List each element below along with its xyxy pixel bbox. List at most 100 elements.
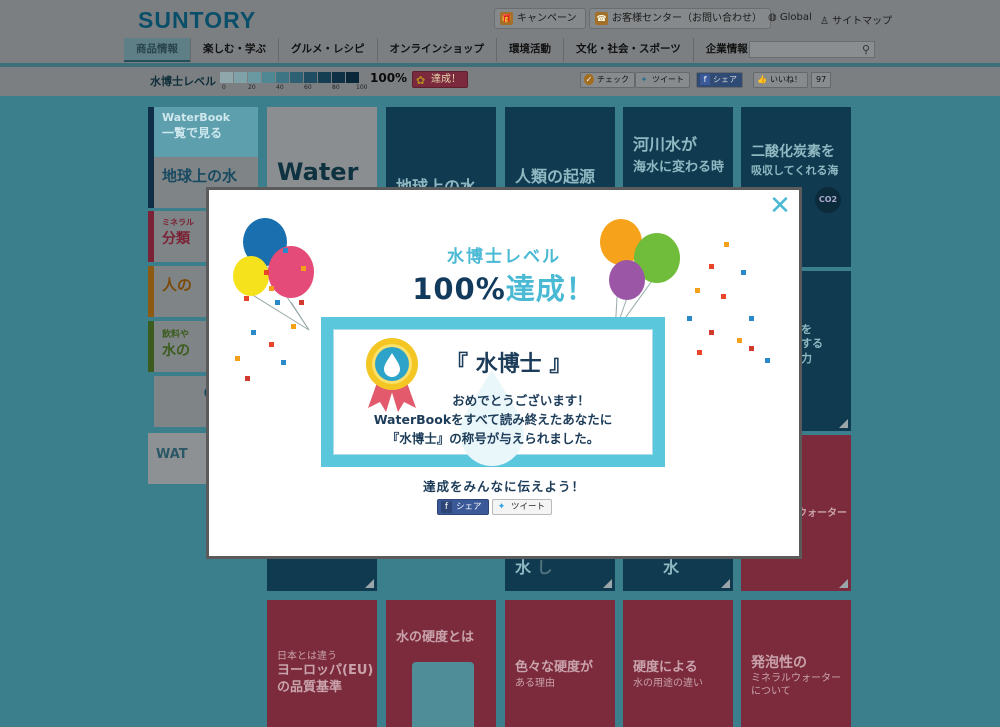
customer-center-link[interactable]: ☎ お客様センター（お問い合わせ） (589, 8, 771, 29)
tile-label: ヨーロッパ(EU) (277, 663, 374, 678)
nav-online-shop[interactable]: オンラインショップ (376, 38, 497, 62)
side-tile-label: 水の (162, 343, 190, 359)
tile-mid-3[interactable]: 水 (623, 556, 733, 591)
certificate-card: 『 水博士 』 おめでとうございます！ WaterBookをすべて読み終えたあな… (333, 329, 653, 466)
globe-icon: ◍ (768, 12, 780, 23)
tile-mid-1[interactable] (267, 556, 377, 591)
nav-divider (0, 63, 1000, 67)
tile-label: について (751, 686, 791, 698)
level-segment (346, 72, 359, 83)
like-button[interactable]: 👍 いいね！ (753, 72, 808, 88)
global-link[interactable]: ◍ Global (768, 12, 812, 23)
tile-label: 海水に変わる時 (633, 159, 725, 175)
level-segment (276, 72, 289, 83)
tile-various-hardness[interactable]: 色々な硬度が ある理由 (505, 600, 615, 727)
gift-icon: 🎁 (500, 12, 513, 25)
tile-label: 色々な硬度が (515, 660, 594, 675)
side-tile-label: 分類 (162, 231, 190, 247)
tile-eu-standard[interactable]: 日本とは違う ヨーロッパ(EU) の品質基準 (267, 600, 377, 727)
side-tile-label: WAT (156, 447, 188, 462)
modal-tweet-button[interactable]: ✦ ツイート (492, 499, 553, 515)
co2-bubble-icon: CO2 (815, 187, 841, 213)
tile-label: 水 (663, 558, 680, 577)
tile-label: 日本とは違う (277, 651, 337, 662)
corner-arrow-icon (839, 579, 848, 588)
certificate-message: おめでとうございます！ (452, 393, 590, 408)
tile-sparkling[interactable]: 発泡性の ミネラルウォーター について (741, 600, 851, 727)
customer-center-label: お客様センター（お問い合わせ） (612, 13, 762, 24)
level-segment (332, 72, 345, 83)
level-label: 水博士レベル (150, 75, 216, 88)
level-segment (318, 72, 331, 83)
campaign-link[interactable]: 🎁 キャンペーン (494, 8, 586, 29)
tile-label: Water (277, 158, 359, 186)
achieved-badge-label: 達成！ (431, 74, 461, 85)
level-segment (234, 72, 247, 83)
modal-share-label: シェア (456, 502, 482, 512)
certificate-frame: 『 水博士 』 おめでとうございます！ WaterBookをすべて読み終えたあな… (321, 317, 665, 467)
tile-usage-by-hardness[interactable]: 硬度による 水の用途の違い (623, 600, 733, 727)
tile-hardness[interactable]: 水の硬度とは (386, 600, 496, 727)
tile-label: 二酸化炭素を (751, 144, 835, 160)
certificate-title: 『 水博士 』 (446, 352, 572, 377)
side-tile-waterbook[interactable]: WaterBook 一覧で見る (148, 107, 258, 158)
nav-gourmet[interactable]: グルメ・レシピ (278, 38, 377, 62)
nav-environment[interactable]: 環境活動 (496, 38, 563, 62)
corner-arrow-icon (603, 579, 612, 588)
tile-mid-2[interactable]: 水 し (505, 556, 615, 591)
nav-products[interactable]: 商品情報 (124, 38, 190, 62)
tile-label: し (536, 558, 553, 577)
level-segment (248, 72, 261, 83)
level-tick: 60 (304, 84, 312, 91)
site-search-input[interactable]: ⚲ (749, 41, 875, 58)
side-tile-label: 地球上の水 (162, 167, 238, 185)
level-tick: 40 (276, 84, 284, 91)
level-tick: 100 (356, 84, 368, 91)
nav-enjoy-learn[interactable]: 楽しむ・学ぶ (190, 38, 278, 62)
facebook-icon: f (441, 501, 452, 513)
level-bar: 水博士レベル 0 20 40 60 80 100 100% ✿ 達成！ ✓ チェ… (150, 70, 850, 94)
twitter-icon: ✦ (640, 75, 648, 84)
glass-illustration (412, 662, 474, 727)
facebook-share-button[interactable]: f シェア (696, 72, 743, 88)
check-label: チェック (597, 75, 629, 84)
level-segment (304, 72, 317, 83)
corner-arrow-icon (839, 419, 848, 428)
facebook-icon: f (700, 74, 710, 85)
corner-arrow-icon (365, 579, 374, 588)
tweet-button[interactable]: ✦ ツイート (635, 72, 690, 88)
side-tile-label: WaterBook (162, 111, 231, 124)
achievement-title: 水博士レベル (447, 247, 561, 267)
suntory-logo[interactable]: SUNTORY (138, 7, 256, 34)
level-segment (290, 72, 303, 83)
achievement-headline: 100%達成！ (209, 266, 799, 308)
twitter-icon: ✦ (497, 502, 506, 512)
search-icon[interactable]: ⚲ (862, 43, 870, 56)
level-percent: 100% (370, 71, 408, 85)
tile-label: 水の用途の違い (633, 677, 703, 689)
achieved-badge: ✿ 達成！ (412, 71, 468, 88)
modal-tweet-label: ツイート (511, 502, 546, 512)
check-icon: ✓ (584, 74, 594, 85)
tile-label: ミネラルウォーター (751, 673, 841, 685)
tile-label: 発泡性の (751, 655, 807, 671)
tile-label: 水の硬度とは (396, 630, 475, 645)
tile-label: 力 (801, 351, 812, 365)
facebook-share-label: シェア (713, 75, 737, 84)
level-progress-scale (220, 72, 360, 83)
check-button[interactable]: ✓ チェック (580, 72, 635, 88)
like-label: いいね！ (770, 75, 802, 84)
side-tile-label: 一覧で見る (162, 126, 223, 140)
modal-facebook-share-button[interactable]: f シェア (437, 499, 489, 515)
nav-culture[interactable]: 文化・社会・スポーツ (563, 38, 693, 62)
achievement-done: 達成！ (505, 272, 596, 306)
campaign-label: キャンペーン (517, 13, 577, 24)
global-label: Global (779, 12, 812, 23)
tile-label: ウォーター (797, 508, 847, 519)
sitemap-link[interactable]: ♙ サイトマップ (820, 12, 892, 27)
level-tick: 20 (248, 84, 256, 91)
sitemap-icon: ♙ (820, 16, 833, 27)
certificate-message: WaterBookをすべて読み終えたあなたに (373, 412, 613, 427)
level-tick: 0 (222, 84, 226, 91)
medal-icon: ✿ (416, 74, 426, 87)
